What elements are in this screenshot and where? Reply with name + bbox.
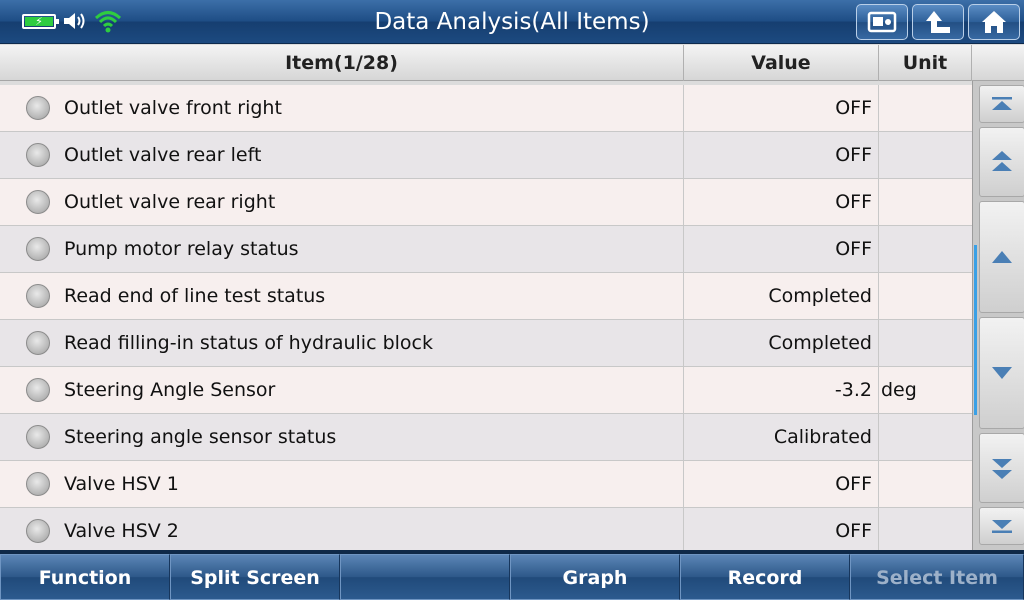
row-item-label: Outlet valve rear right <box>64 191 276 213</box>
row-value: -3.2 <box>684 367 879 413</box>
row-select-radio[interactable] <box>26 143 50 167</box>
table-row[interactable]: Outlet valve rear right OFF <box>0 179 972 226</box>
row-unit: deg <box>881 379 917 401</box>
battery-charging-icon: ⚡ <box>22 13 59 29</box>
page-title: Data Analysis(All Items) <box>374 9 650 35</box>
row-select-radio[interactable] <box>26 472 50 496</box>
back-arrow-icon <box>926 11 950 33</box>
bottom-toolbar: Function Split Screen Graph Record Selec… <box>0 550 1024 600</box>
row-select-radio[interactable] <box>26 425 50 449</box>
row-select-radio[interactable] <box>26 96 50 120</box>
table-row[interactable]: Steering Angle Sensor -3.2 deg <box>0 367 972 414</box>
table-header: Item(1/28) Value Unit <box>0 45 1024 81</box>
double-chevron-up-icon <box>992 151 1012 171</box>
row-value: OFF <box>684 508 879 550</box>
split-screen-button[interactable]: Split Screen <box>170 554 340 600</box>
scroll-to-bottom-icon <box>992 520 1012 533</box>
row-item-label: Outlet valve front right <box>64 97 282 119</box>
scroll-down-button[interactable] <box>979 317 1024 429</box>
row-unit <box>879 320 972 366</box>
row-value: OFF <box>684 461 879 507</box>
row-unit <box>879 461 972 507</box>
row-unit <box>879 414 972 460</box>
select-item-button[interactable]: Select Item <box>850 554 1024 600</box>
row-value: OFF <box>684 226 879 272</box>
data-list: Outlet valve front right OFF Outlet valv… <box>0 85 972 550</box>
row-unit <box>879 85 972 131</box>
row-value: OFF <box>684 85 879 131</box>
wifi-icon <box>94 11 122 33</box>
table-row[interactable]: Pump motor relay status OFF <box>0 226 972 273</box>
row-item-label: Valve HSV 1 <box>64 473 179 495</box>
double-chevron-down-icon <box>992 459 1012 479</box>
scroll-top-button[interactable] <box>979 85 1024 123</box>
row-item-label: Read filling-in status of hydraulic bloc… <box>64 332 433 354</box>
table-row[interactable]: Outlet valve front right OFF <box>0 85 972 132</box>
row-value: Completed <box>684 320 879 366</box>
scroll-thumb[interactable] <box>974 245 977 415</box>
volume-icon <box>64 13 85 29</box>
empty-button[interactable] <box>340 554 510 600</box>
column-header-spacer <box>972 45 1024 81</box>
row-item-label: Valve HSV 2 <box>64 520 179 542</box>
row-unit <box>879 226 972 272</box>
row-item-label: Pump motor relay status <box>64 238 299 260</box>
column-header-unit: Unit <box>879 45 972 81</box>
table-row[interactable]: Valve HSV 1 OFF <box>0 461 972 508</box>
row-item-label: Read end of line test status <box>64 285 326 307</box>
page-up-button[interactable] <box>979 127 1024 197</box>
column-header-item: Item(1/28) <box>0 45 684 81</box>
home-icon <box>982 11 1006 33</box>
row-select-radio[interactable] <box>26 284 50 308</box>
back-button[interactable] <box>912 4 964 40</box>
status-icons: ⚡ <box>22 8 122 34</box>
row-item-label: Steering Angle Sensor <box>64 379 276 401</box>
page-down-button[interactable] <box>979 433 1024 503</box>
row-value: OFF <box>684 132 879 178</box>
column-header-value: Value <box>684 45 879 81</box>
table-row[interactable]: Read end of line test status Completed <box>0 273 972 320</box>
scroll-to-top-icon <box>992 97 1012 110</box>
table-row[interactable]: Valve HSV 2 OFF <box>0 508 972 550</box>
row-select-radio[interactable] <box>26 331 50 355</box>
table-row[interactable]: Outlet valve rear left OFF <box>0 132 972 179</box>
row-value: OFF <box>684 179 879 225</box>
function-button[interactable]: Function <box>0 554 170 600</box>
row-value: Completed <box>684 273 879 319</box>
scroll-panel <box>972 81 1024 550</box>
row-unit <box>879 508 972 550</box>
row-unit <box>879 132 972 178</box>
chevron-down-icon <box>992 367 1012 379</box>
row-item-label: Outlet valve rear left <box>64 144 262 166</box>
title-bar: ⚡ Data Analysis(All Items) <box>0 0 1024 44</box>
row-select-radio[interactable] <box>26 190 50 214</box>
row-value: Calibrated <box>684 414 879 460</box>
screenshot-button[interactable] <box>856 4 908 40</box>
home-button[interactable] <box>968 4 1020 40</box>
graph-button[interactable]: Graph <box>510 554 680 600</box>
table-row[interactable]: Read filling-in status of hydraulic bloc… <box>0 320 972 367</box>
record-button[interactable]: Record <box>680 554 850 600</box>
chevron-up-icon <box>992 251 1012 263</box>
row-unit <box>879 273 972 319</box>
table-row[interactable]: Steering angle sensor status Calibrated <box>0 414 972 461</box>
scroll-up-button[interactable] <box>979 201 1024 313</box>
row-select-radio[interactable] <box>26 378 50 402</box>
screenshot-icon <box>867 11 897 33</box>
scroll-bottom-button[interactable] <box>979 507 1024 545</box>
row-item-label: Steering angle sensor status <box>64 426 337 448</box>
row-select-radio[interactable] <box>26 237 50 261</box>
row-select-radio[interactable] <box>26 519 50 543</box>
row-unit <box>879 179 972 225</box>
